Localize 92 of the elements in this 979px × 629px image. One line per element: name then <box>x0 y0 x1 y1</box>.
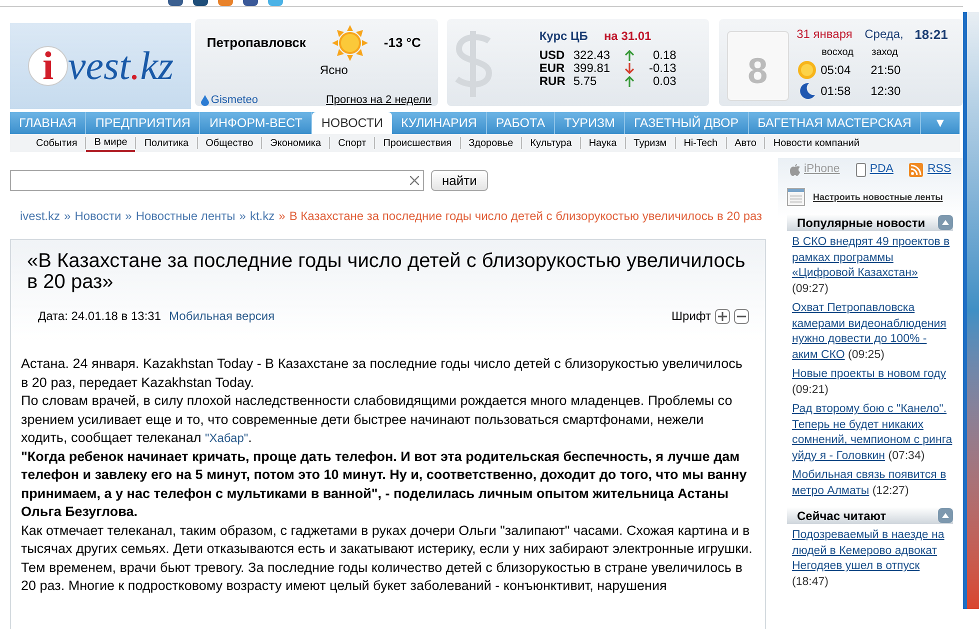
temperature: -13 °C <box>384 34 421 52</box>
sub-nav-link[interactable]: Hi-Tech <box>676 134 726 152</box>
sub-nav-link[interactable]: Наука <box>580 134 625 152</box>
settings-link[interactable]: Настроить новостные ленты <box>813 190 943 204</box>
sub-nav-link[interactable]: Авто <box>726 134 764 152</box>
currency-title: Курс ЦБ <box>539 28 588 45</box>
breadcrumb-current: В Казахстане за последние годы число детей с близорукостью увеличилось в 20 раз <box>289 208 762 225</box>
caret-up-icon <box>942 220 949 226</box>
sidebar-link[interactable]: RSS <box>927 161 952 178</box>
breadcrumb-separator: » <box>125 208 132 225</box>
source-link[interactable]: "Хабар" <box>204 431 248 445</box>
news-item[interactable]: Подозреваемый в наезде на людей в Кемерово адвокат Негодяев ушел в отпуск (18:47) <box>792 528 953 590</box>
sub-nav-link[interactable]: Здоровье <box>460 134 522 152</box>
sub-nav-link[interactable]: Новости компаний <box>765 134 868 152</box>
article-paragraph: Как отмечает телеканал, таким образом, с гаджетами в руках дочери Ольги "залипают" часами. Схожая картина и в тысячах других семьях. Дети отказываются есть и закатывают истерику, если у них забирают электронные игрушки. <box>21 522 753 558</box>
sub-nav-link[interactable]: Происшествия <box>375 134 460 152</box>
phone-icon <box>856 162 866 177</box>
news-item[interactable]: В СКО внедрят 49 проектов в рамках программы «Цифровой Казахстан» (09:27) <box>792 235 953 298</box>
sun-icon <box>796 60 817 80</box>
moonset-time: 12:30 <box>870 82 901 100</box>
currency-code: RUR <box>539 75 566 88</box>
currency-date: на 31.01 <box>604 28 652 45</box>
clock-time: 18:21 <box>914 26 948 44</box>
breadcrumb-separator: » <box>64 208 71 225</box>
collapse-button[interactable] <box>938 215 953 230</box>
currency-code: USD <box>539 49 566 62</box>
article-paragraph: "Когда ребенок начинает кричать, проще дать телефон. И вот эта родительская беспечность, я лучше дам телефон и завлеку его на 5 минут, потом это 10 минут. Ну и, соответственно, доходит до того, что мы ванну принимаем, а у нас телефон с мультиками в ванной", - поделилась личным опытом жительница Астаны Ольга Безуглова. <box>21 448 748 521</box>
sidebar-link[interactable]: PDA <box>870 161 894 178</box>
weekday: Среда, <box>864 26 904 43</box>
breadcrumb-link[interactable]: Новостные ленты <box>136 207 236 225</box>
breadcrumb-separator: » <box>278 208 286 225</box>
sub-nav-link[interactable]: Культура <box>522 134 580 152</box>
social-icon[interactable] <box>168 0 183 6</box>
sunset-label: заход <box>872 46 898 60</box>
apple-icon <box>790 164 800 176</box>
calendar-date: 31 января <box>796 26 854 43</box>
social-icon[interactable] <box>243 0 258 6</box>
logo-banner[interactable]: i vest.kz <box>10 23 191 109</box>
section-title: Сейчас читают <box>796 508 886 525</box>
news-item[interactable]: Рад второму бою с "Канело". Теперь не будет никаких сомнений, чемпионом с ринга уйду я - Головкин (07:34) <box>792 402 953 464</box>
sunset-time: 21:50 <box>870 62 901 78</box>
rate-change: 0.03 <box>652 75 676 88</box>
sunrise-label: восход <box>822 46 854 60</box>
mobile-version-link[interactable]: Мобильная версия <box>169 307 275 325</box>
sub-nav-link[interactable]: Политика <box>136 134 197 152</box>
sub-nav-link[interactable]: Спорт <box>330 134 374 152</box>
weather-condition: Ясно <box>320 62 348 79</box>
calendar-day: 8 <box>748 44 768 98</box>
currency-code: EUR <box>539 62 566 75</box>
sub-nav-link[interactable]: Экономика <box>262 134 330 152</box>
plus-icon <box>718 312 727 320</box>
font-decrease-button[interactable] <box>734 308 749 324</box>
social-icon[interactable] <box>193 0 208 6</box>
rss-icon <box>909 162 924 177</box>
search-field[interactable] <box>10 170 424 191</box>
nav-tab[interactable]: НОВОСТИ <box>312 112 392 134</box>
sunrise-time: 05:04 <box>820 62 852 78</box>
exchange-rate: 5.75 <box>573 75 598 88</box>
font-label: Шрифт <box>672 308 711 325</box>
city-name: Петропавловск <box>206 34 307 52</box>
drop-icon <box>200 94 209 106</box>
news-item[interactable]: Охват Петропавловска камерами видеонаблюдения нужно довести до 100% - аким СКО (09:25) <box>792 301 953 364</box>
sub-nav-link[interactable]: Туризм <box>626 134 675 152</box>
article-paragraph: Тем временем, врачи бьют тревогу. За последние годы количество детей с близорукостью в стране увеличилось в 20 раз. Многие к подростковому возрасту имеют целый букет заболеваний - конъюнктивит, нарушения <box>21 558 744 595</box>
source-link[interactable]: Gismeteo <box>210 92 258 108</box>
article-paragraph: Астана. 24 января. Kazakhstan Today - В Казахстане за последние годы число детей с близорукостью увеличилось в 20 раз, передает Kazakhstan Today. <box>21 355 744 392</box>
search-button[interactable]: найти <box>431 170 488 191</box>
breadcrumb-link[interactable]: ivest.kz <box>20 207 60 225</box>
news-item[interactable]: Новые проекты в новом году (09:21) <box>792 367 953 398</box>
sub-nav-link[interactable]: События <box>28 134 86 152</box>
article-date: Дата: 24.01.18 в 13:31 <box>38 308 162 325</box>
clear-icon[interactable] <box>410 176 419 185</box>
news-item[interactable]: Мобильная связь появится в метро Алматы (12:27) <box>792 468 953 500</box>
breadcrumb-separator: » <box>239 208 246 225</box>
section-title: Популярные новости <box>796 214 926 232</box>
logo[interactable]: i vest.kz <box>28 36 174 96</box>
sun-icon <box>332 25 368 61</box>
moonrise-time: 01:58 <box>820 82 852 100</box>
article-title: «В Казахстане за последние годы число детей с близорукостью увеличилось в 20 раз» <box>27 251 746 293</box>
forecast-link[interactable]: Прогноз на 2 недели <box>326 92 432 108</box>
rate-change: 0.18 <box>652 49 676 62</box>
feed-list-icon <box>787 188 805 206</box>
caret-up-icon <box>942 513 949 518</box>
sub-nav-link[interactable]: Общество <box>198 134 262 152</box>
exchange-rate: 399.81 <box>573 62 612 75</box>
font-increase-button[interactable] <box>715 308 730 324</box>
exchange-rate: 322.43 <box>573 49 612 62</box>
rate-change: -0.13 <box>648 62 676 75</box>
breadcrumb-link[interactable]: kt.kz <box>250 207 275 225</box>
breadcrumb-link[interactable]: Новости <box>74 207 122 225</box>
collapse-button[interactable] <box>938 508 953 524</box>
article-paragraph: По словам врачей, в силу плохой наследственности слабовидящими рождается много младенцев. Проблемы со зрением усиливает еще и то, что современные дети быстрее начинают пользоваться смартфонами, нежели ходить, сообщает телеканал "Хабар". <box>21 392 734 447</box>
